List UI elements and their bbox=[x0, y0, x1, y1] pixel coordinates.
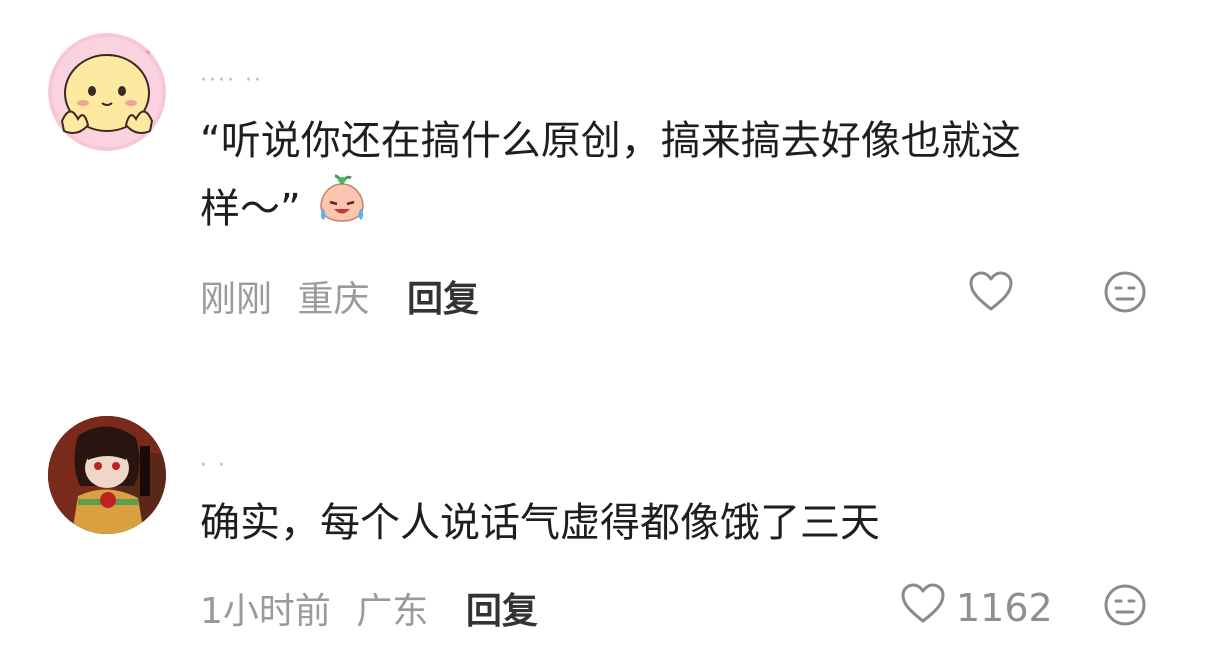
comment-meta: 刚刚 重庆 回复 bbox=[200, 270, 493, 322]
svg-text:+: + bbox=[144, 47, 152, 58]
comment-time: 刚刚 bbox=[200, 279, 273, 320]
comment-location: 重庆 bbox=[297, 279, 370, 320]
comment-text-line: 确实，每个人说话气虚得都像饿了三天 bbox=[200, 500, 880, 546]
avatar[interactable]: + + bbox=[48, 33, 166, 151]
comment-time: 1小时前 bbox=[200, 591, 331, 632]
meh-face-icon bbox=[1103, 584, 1147, 631]
comment-text-line: “听说你还在搞什么原创，搞来搞去好像也就这 bbox=[200, 118, 1021, 164]
reply-button[interactable]: 回复 bbox=[466, 591, 538, 632]
username[interactable]: ···· ·· bbox=[200, 68, 263, 88]
comment-meta: 1小时前 广东 回复 bbox=[200, 582, 552, 634]
crying-laugh-emoji-icon bbox=[315, 174, 369, 244]
svg-text:+: + bbox=[66, 137, 74, 148]
heart-outline-icon bbox=[900, 582, 946, 633]
dislike-button[interactable] bbox=[1103, 270, 1147, 318]
comment-text: 确实，每个人说话气虚得都像饿了三天 bbox=[200, 490, 1160, 556]
username[interactable]: · · bbox=[200, 453, 227, 473]
meh-face-icon bbox=[1103, 271, 1147, 318]
like-button[interactable] bbox=[968, 270, 1024, 321]
reply-button[interactable]: 回复 bbox=[407, 279, 479, 320]
like-button[interactable]: 1162 bbox=[900, 582, 1053, 633]
comment-text-line: 样～” bbox=[200, 174, 1160, 244]
heart-outline-icon bbox=[968, 270, 1014, 321]
avatar[interactable] bbox=[48, 416, 166, 534]
comment-text: “听说你还在搞什么原创，搞来搞去好像也就这 样～” bbox=[200, 108, 1160, 244]
comment-text-line-end: 样～” bbox=[200, 186, 301, 232]
comment-location: 广东 bbox=[356, 591, 429, 632]
dislike-button[interactable] bbox=[1103, 583, 1147, 631]
like-count: 1162 bbox=[956, 585, 1053, 630]
